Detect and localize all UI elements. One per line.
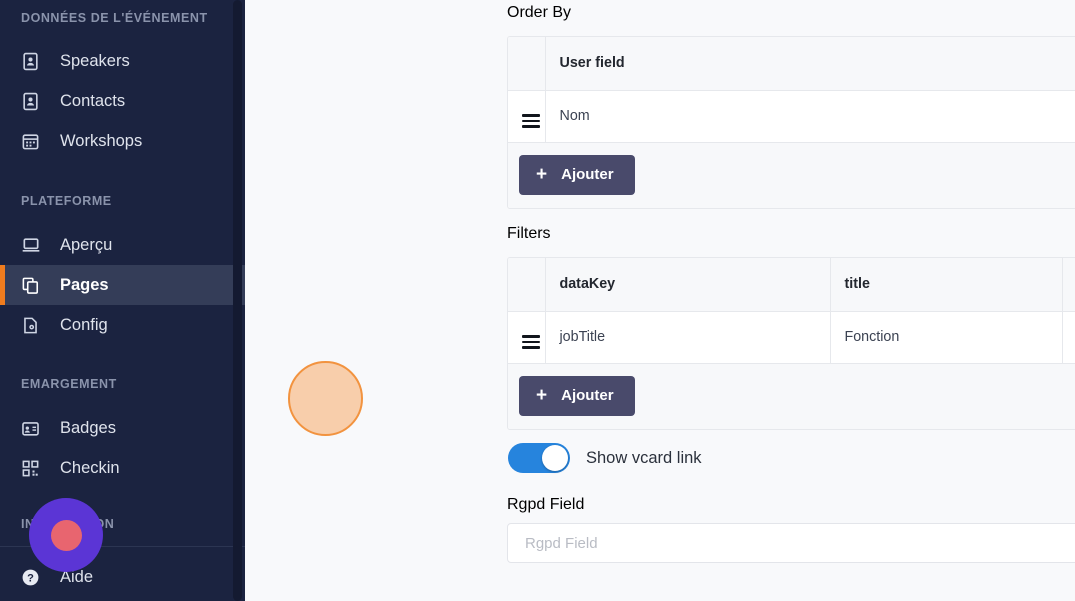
column-header-handle <box>508 258 545 311</box>
rgpd-field-input[interactable] <box>507 523 1075 563</box>
sidebar-item-pages[interactable]: Pages <box>0 265 245 305</box>
laptop-icon <box>21 235 44 255</box>
sidebar-section-title-emargement: EMARGEMENT <box>0 378 117 391</box>
copy-pages-icon <box>21 275 44 295</box>
sidebar-item-label: Speakers <box>60 52 130 71</box>
drag-handle-icon[interactable] <box>522 114 540 128</box>
badge-person-icon <box>21 51 44 71</box>
id-card-icon <box>21 418 44 438</box>
column-header-user-field: User field <box>545 37 1075 90</box>
table-header-row: User field <box>508 37 1075 90</box>
sidebar-item-label: Aperçu <box>60 236 112 255</box>
plus-icon: + <box>536 165 547 184</box>
table-row[interactable]: Nom <box>508 90 1075 142</box>
cell-datakey[interactable]: jobTitle <box>545 311 830 363</box>
filters-grid: dataKey title type jobTitle Fonction <box>508 258 1075 364</box>
sidebar-item-label: Config <box>60 316 108 335</box>
filters-footer: + Ajouter <box>508 364 1075 429</box>
main-content: Order By User field <box>245 0 1075 601</box>
help-circle-icon: ? <box>21 567 44 587</box>
sidebar-scroll-content: DONNÉES DE L'ÉVÉNEMENT Speakers <box>0 0 245 601</box>
sidebar-item-label: Pages <box>60 276 109 295</box>
column-header-type: type <box>1062 258 1075 311</box>
add-filter-button[interactable]: + Ajouter <box>519 376 635 416</box>
plus-icon: + <box>536 386 547 405</box>
sidebar-item-label: Checkin <box>60 459 120 478</box>
sidebar-item-label: Badges <box>60 419 116 438</box>
qr-code-icon <box>21 458 44 478</box>
add-filter-label: Ajouter <box>561 387 614 404</box>
order-by-title: Order By <box>507 4 571 22</box>
document-gear-icon <box>21 315 44 335</box>
show-vcard-link-row: Show vcard link <box>508 443 702 473</box>
cell-user-field[interactable]: Nom <box>545 90 1075 142</box>
sidebar: DONNÉES DE L'ÉVÉNEMENT Speakers <box>0 0 245 601</box>
sidebar-item-contacts[interactable]: Contacts <box>0 81 245 121</box>
calendar-icon <box>21 131 44 151</box>
sidebar-item-workshops[interactable]: Workshops <box>0 121 245 161</box>
order-by-footer: + Ajouter <box>508 143 1075 208</box>
sidebar-divider <box>0 546 245 547</box>
show-vcard-link-label: Show vcard link <box>586 449 702 468</box>
app-root: DONNÉES DE L'ÉVÉNEMENT Speakers <box>0 0 1075 601</box>
table-header-row: dataKey title type <box>508 258 1075 311</box>
show-vcard-link-toggle[interactable] <box>508 443 570 473</box>
sidebar-item-apercu[interactable]: Aperçu <box>0 225 245 265</box>
filters-title: Filters <box>507 225 551 243</box>
badge-person-icon <box>21 91 44 111</box>
column-header-handle <box>508 37 545 90</box>
column-header-title: title <box>830 258 1062 311</box>
toggle-knob <box>542 445 568 471</box>
sidebar-item-label: Workshops <box>60 132 142 151</box>
sidebar-section-title-information: INFORMATION <box>0 518 114 531</box>
sidebar-scrollbar[interactable] <box>233 0 242 601</box>
row-drag-cell[interactable] <box>508 311 545 363</box>
click-indicator <box>288 361 363 436</box>
table-row[interactable]: jobTitle Fonction select <box>508 311 1075 363</box>
order-by-table: User field Nom + <box>507 36 1075 209</box>
sidebar-section-title-donnees: DONNÉES DE L'ÉVÉNEMENT <box>0 12 208 25</box>
add-order-by-button[interactable]: + Ajouter <box>519 155 635 195</box>
rgpd-field-label: Rgpd Field <box>507 496 584 514</box>
cell-type[interactable]: select <box>1062 311 1075 363</box>
drag-handle-icon[interactable] <box>522 335 540 349</box>
sidebar-item-checkin[interactable]: Checkin <box>0 448 245 488</box>
row-drag-cell[interactable] <box>508 90 545 142</box>
sidebar-item-label: Contacts <box>60 92 125 111</box>
sidebar-item-aide[interactable]: ? Aide <box>0 557 245 597</box>
order-by-grid: User field Nom <box>508 37 1075 143</box>
sidebar-item-config[interactable]: Config <box>0 305 245 345</box>
column-header-datakey: dataKey <box>545 258 830 311</box>
svg-text:?: ? <box>27 572 34 584</box>
cell-title[interactable]: Fonction <box>830 311 1062 363</box>
filters-table: dataKey title type jobTitle Fonction <box>507 257 1075 430</box>
sidebar-item-label: Aide <box>60 568 93 587</box>
add-order-by-label: Ajouter <box>561 166 614 183</box>
sidebar-item-badges[interactable]: Badges <box>0 408 245 448</box>
sidebar-item-speakers[interactable]: Speakers <box>0 41 245 81</box>
sidebar-section-title-plateforme: PLATEFORME <box>0 195 112 208</box>
